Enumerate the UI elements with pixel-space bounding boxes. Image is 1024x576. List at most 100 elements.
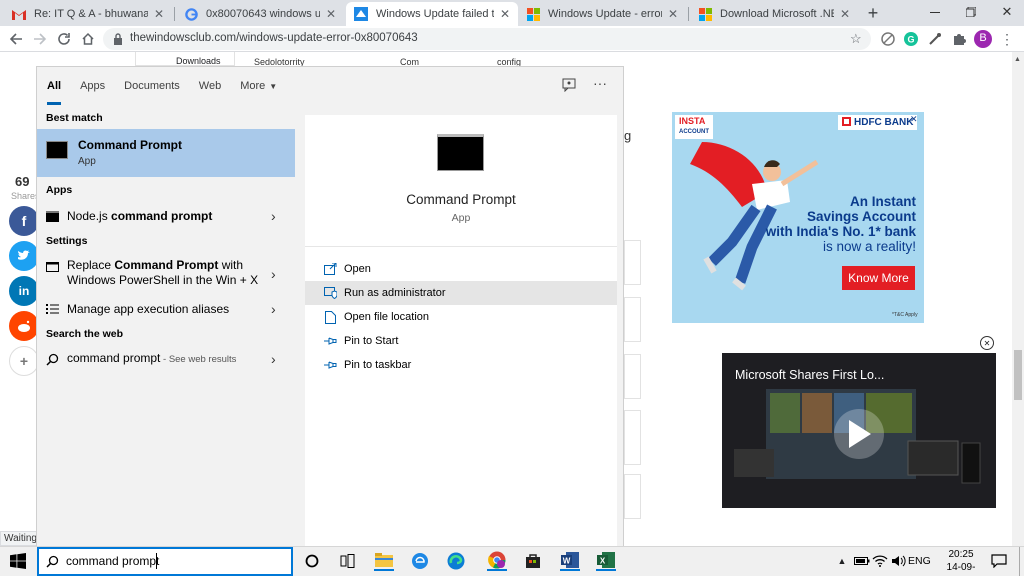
file-location-icon [323, 310, 337, 324]
cortana-icon[interactable] [302, 551, 322, 571]
video-close-icon[interactable]: ✕ [980, 336, 994, 350]
minimize-button[interactable] [926, 3, 944, 21]
microsoft-icon [698, 7, 712, 21]
page-scrollbar[interactable] [1012, 52, 1024, 546]
forward-arrow-icon[interactable] [31, 30, 49, 48]
google-icon [184, 7, 198, 21]
tab-windows-update-error[interactable]: Windows Update - error 0x800 ✕ [518, 2, 686, 26]
page-scrollbar-thumb[interactable] [1014, 350, 1022, 400]
chrome-icon[interactable] [487, 551, 507, 571]
page-card [624, 410, 641, 465]
close-tab-icon[interactable]: ✕ [154, 7, 164, 21]
chevron-right-icon[interactable]: › [271, 266, 276, 282]
tab-windows-update-active[interactable]: Windows Update failed to inst ✕ [346, 2, 518, 26]
profile-initial: B [979, 32, 987, 44]
best-match-item[interactable]: Command Prompt App [37, 129, 295, 177]
scroll-up-arrow-icon[interactable]: ▲ [1014, 56, 1021, 63]
close-tab-icon[interactable]: ✕ [500, 7, 510, 21]
show-desktop-button[interactable] [1019, 547, 1020, 576]
page-card [624, 297, 641, 342]
filter-web[interactable]: Web [199, 67, 221, 105]
action-open-file-location[interactable]: Open file location [305, 305, 617, 329]
feedback-icon[interactable] [562, 78, 576, 92]
file-explorer-icon[interactable] [374, 551, 394, 571]
store-icon[interactable] [523, 551, 543, 571]
volume-icon[interactable] [889, 551, 909, 571]
more-options-icon[interactable]: ··· [593, 75, 607, 91]
back-arrow-icon[interactable] [7, 30, 25, 48]
menu-kebab-icon[interactable]: ⋮ [998, 30, 1016, 48]
language-indicator[interactable]: ENG [908, 555, 931, 567]
result-manage-app-aliases[interactable]: Manage app execution aliases › [37, 298, 295, 320]
windows-start-icon[interactable] [8, 551, 28, 571]
result-label-bold: command prompt [111, 208, 213, 223]
show-hidden-icons-icon[interactable]: ▲ [832, 551, 852, 571]
search-icon [46, 555, 59, 568]
more-share-icon[interactable]: + [9, 346, 39, 376]
address-bar[interactable]: thewindowsclub.com/windows-update-error-… [103, 28, 871, 50]
edge-legacy-icon[interactable] [410, 551, 430, 571]
open-icon [323, 262, 337, 276]
home-icon[interactable] [79, 30, 97, 48]
clock-time: 20:25 [948, 549, 974, 560]
tab-google-search[interactable]: 0x80070643 windows update e ✕ [176, 2, 344, 26]
close-tab-icon[interactable]: ✕ [326, 7, 336, 21]
action-run-as-administrator[interactable]: Run as administrator [305, 281, 617, 305]
ad-brand-right: HDFC BANK [854, 117, 914, 128]
extension-shield-icon[interactable] [879, 30, 897, 48]
result-web-search[interactable]: command prompt - See web results › [37, 348, 295, 370]
page-partial-text: Downloads [176, 56, 221, 66]
action-pin-to-start[interactable]: Pin to Start [305, 329, 617, 353]
page-card [624, 474, 641, 519]
web-query: command prompt [67, 351, 161, 365]
close-tab-icon[interactable]: ✕ [668, 7, 678, 21]
filter-more[interactable]: More ▼ [240, 67, 277, 105]
result-label-line2: Windows PowerShell in the Win + X [67, 273, 259, 287]
know-more-button[interactable]: Know More [842, 266, 915, 290]
result-label-bold: Command Prompt [114, 258, 219, 272]
notifications-icon[interactable] [989, 551, 1009, 571]
bookmark-star-icon[interactable]: ☆ [850, 31, 862, 47]
close-tab-icon[interactable]: ✕ [840, 7, 850, 21]
excel-icon[interactable]: X [596, 551, 616, 571]
play-icon[interactable] [834, 409, 884, 459]
chevron-right-icon[interactable]: › [271, 208, 276, 224]
result-nodejs-command-prompt[interactable]: Node.js command prompt › [37, 205, 295, 227]
taskbar-search-box[interactable]: command prompt [37, 547, 293, 576]
ad-banner[interactable]: INSTA ACCOUNT HDFC BANK ✕ An Instant Savi… [672, 112, 924, 323]
filter-all[interactable]: All [47, 67, 62, 105]
word-icon[interactable]: W [560, 551, 580, 571]
edge-icon[interactable] [446, 551, 466, 571]
result-replace-command-prompt[interactable]: Replace Command Prompt with Windows Power… [37, 257, 295, 291]
section-header: Best match [46, 112, 103, 124]
profile-avatar[interactable]: B [974, 30, 992, 48]
new-tab-button[interactable]: + [864, 3, 882, 23]
video-player[interactable]: Microsoft Shares First Lo... [722, 353, 996, 508]
section-header: Settings [46, 235, 88, 247]
chevron-right-icon[interactable]: › [271, 301, 276, 317]
linkedin-share-icon[interactable]: in [9, 276, 39, 306]
svg-text:W: W [563, 557, 571, 566]
filter-apps[interactable]: Apps [80, 67, 105, 105]
twitter-share-icon[interactable] [9, 241, 39, 271]
tab-gmail[interactable]: Re: IT Q & A - bhuwanagarwal ✕ [4, 2, 172, 26]
extensions-puzzle-icon[interactable] [950, 30, 968, 48]
action-open[interactable]: Open [305, 257, 617, 281]
task-view-icon[interactable] [338, 551, 358, 571]
tab-download-dotnet[interactable]: Download Microsoft .NET Fran ✕ [690, 2, 858, 26]
ad-close-icon[interactable]: ✕ [910, 114, 918, 125]
battery-icon[interactable] [852, 551, 872, 571]
restore-button[interactable] [962, 3, 980, 21]
page-card [624, 354, 641, 399]
reddit-share-icon[interactable] [9, 311, 39, 341]
eyedropper-icon[interactable] [926, 30, 944, 48]
close-window-button[interactable]: ✕ [998, 3, 1016, 21]
action-pin-to-taskbar[interactable]: Pin to taskbar [305, 353, 617, 377]
chevron-right-icon[interactable]: › [271, 351, 276, 367]
clock[interactable]: 20:25 14-09-2020 [936, 548, 986, 576]
filter-documents[interactable]: Documents [124, 67, 180, 105]
grammarly-icon[interactable]: G [902, 30, 920, 48]
wifi-icon[interactable] [870, 551, 890, 571]
reload-icon[interactable] [55, 30, 73, 48]
facebook-share-icon[interactable]: f [9, 206, 39, 236]
